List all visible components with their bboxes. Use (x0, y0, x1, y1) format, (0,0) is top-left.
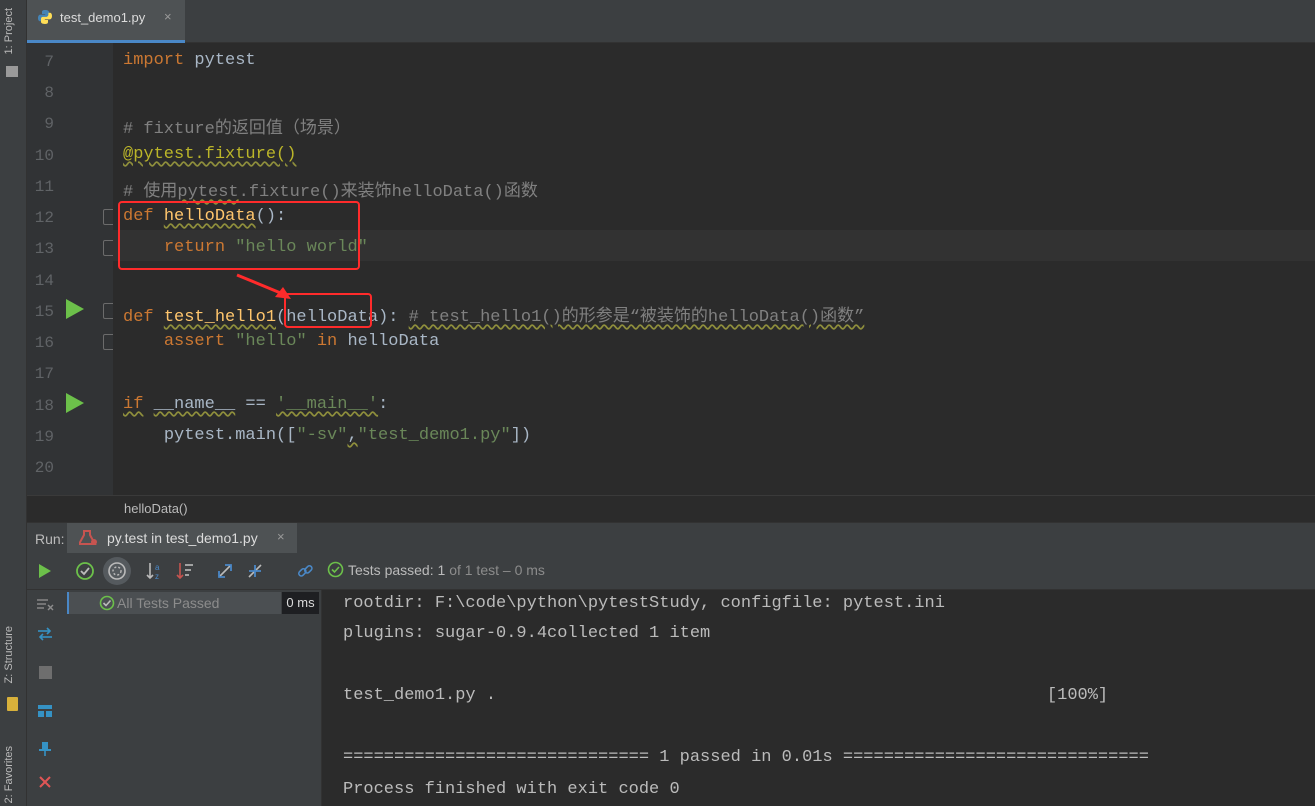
console-line: plugins: sugar-0.9.4collected 1 item (343, 624, 711, 643)
left-tool-strip: 1: Project Z: Structure 2: Favorites (0, 0, 27, 806)
close-icon (39, 776, 51, 788)
layout-button[interactable] (35, 701, 55, 721)
console-line: rootdir: F:\code\python\pytestStudy, con… (343, 594, 945, 613)
run-tab-pytest[interactable]: py.test in test_demo1.py × (67, 523, 297, 553)
code-line: @pytest.fixture() (123, 145, 297, 164)
clear-filter-button[interactable] (35, 594, 55, 614)
line-number: 16 (34, 334, 54, 352)
line-number: 20 (34, 459, 54, 477)
svg-text:z: z (155, 572, 159, 581)
swap-arrows-icon (38, 627, 52, 641)
code-line: assert "hello" in helloData (163, 332, 440, 351)
project-icon (6, 66, 18, 77)
code-line: pytest.main(["-sv","test_demo1.py"]) (163, 426, 532, 445)
svg-text:a: a (155, 563, 160, 572)
expand-all-button[interactable] (213, 559, 237, 583)
annotation-arrow-icon (236, 273, 291, 299)
tests-status-prefix: Tests passed: (348, 562, 434, 578)
link-icon (297, 564, 313, 577)
line-number: 11 (34, 178, 54, 196)
console-output[interactable]: rootdir: F:\code\python\pytestStudy, con… (322, 590, 1315, 806)
editor-gutter: 7 8 9 10 11 12 13 14 15 16 17 18 19 20 (27, 43, 117, 495)
test-tree-root-label: All Tests Passed (117, 595, 220, 611)
line-number: 12 (34, 209, 54, 227)
code-line: import pytest (123, 51, 256, 70)
pin-icon (39, 742, 51, 756)
structure-tool-window-button[interactable]: Z: Structure (3, 626, 15, 683)
line-number: 19 (34, 428, 54, 446)
line-number: 17 (34, 365, 54, 383)
python-file-icon (38, 10, 52, 24)
code-line: def test_hello1(helloData): # test_hello… (123, 308, 865, 327)
test-tree-duration: 0 ms (282, 592, 319, 614)
sort-duration-button[interactable] (173, 559, 197, 583)
test-tree: All Tests Passed 0 ms (63, 590, 322, 806)
tests-status: Tests passed: 1 of 1 test – 0 ms (327, 561, 545, 578)
check-circle-icon (327, 561, 344, 578)
tests-status-total: of 1 test (449, 562, 499, 578)
code-line: # fixture的返回值（场景） (123, 120, 351, 139)
run-side-toolbar (27, 590, 63, 806)
code-line: # 使用pytest.fixture()来装饰helloData()函数 (123, 183, 538, 202)
pin-tab-button[interactable] (35, 739, 55, 759)
annotation-box-fixture (118, 201, 360, 270)
link-button[interactable] (293, 559, 317, 583)
ignored-circle-icon (108, 562, 126, 580)
line-number: 15 (34, 303, 54, 321)
tests-status-time: – 0 ms (502, 562, 545, 578)
sort-by-duration-icon (176, 563, 193, 580)
show-passed-button[interactable] (73, 559, 97, 583)
run-main-gutter-icon[interactable] (66, 393, 84, 413)
rerun-button[interactable] (33, 559, 57, 583)
pytest-config-icon (79, 530, 97, 545)
check-circle-icon (99, 595, 115, 611)
run-panel-header: Run: py.test in test_demo1.py × (27, 522, 1315, 553)
line-number: 7 (44, 53, 54, 71)
code-editor[interactable]: import pytest # fixture的返回值（场景） @pytest.… (113, 43, 1315, 495)
project-tool-window-button[interactable]: 1: Project (3, 8, 15, 54)
console-line: ============================== 1 passed … (343, 748, 1149, 767)
editor-tab-bar: test_demo1.py × (27, 0, 1315, 43)
expand-all-icon (218, 564, 232, 578)
run-toolbar: az Tests passed: 1 of 1 test – 0 ms (27, 553, 1315, 590)
line-number: 9 (44, 115, 54, 133)
line-number: 18 (34, 397, 54, 415)
run-tab-close-icon[interactable]: × (277, 529, 285, 544)
line-number: 8 (44, 84, 54, 102)
sort-alpha-button[interactable]: az (143, 559, 167, 583)
collapse-all-button[interactable] (243, 559, 267, 583)
run-test-gutter-icon[interactable] (66, 299, 84, 319)
show-ignored-button[interactable] (103, 557, 131, 585)
stop-icon (38, 665, 52, 679)
line-number: 13 (34, 240, 54, 258)
line-number: 10 (34, 147, 54, 165)
favorites-tool-window-button[interactable]: 2: Favorites (3, 746, 15, 803)
code-line: if __name__ == '__main__': (123, 395, 389, 414)
test-tree-root[interactable]: All Tests Passed (67, 592, 281, 614)
layout-icon (38, 705, 52, 717)
line-number: 14 (34, 272, 54, 290)
console-line: Process finished with exit code 0 (343, 780, 680, 799)
tests-status-count: 1 (437, 562, 446, 578)
close-run-button[interactable] (35, 772, 55, 792)
run-label: Run: (35, 531, 65, 547)
breadcrumb-item-function[interactable]: helloData() (124, 501, 188, 516)
check-circle-icon (76, 562, 94, 580)
editor-tab-label: test_demo1.py (60, 10, 146, 25)
filter-clear-icon (37, 599, 54, 611)
breadcrumb: helloData() (27, 495, 1315, 522)
stop-button[interactable] (35, 662, 55, 682)
run-tab-label: py.test in test_demo1.py (107, 530, 258, 546)
editor-tab-close-icon[interactable]: × (164, 9, 172, 24)
collapse-all-icon (248, 564, 262, 578)
editor-tab-test-demo1[interactable]: test_demo1.py × (27, 0, 185, 43)
toggle-auto-test-button[interactable] (35, 624, 55, 644)
structure-icon (7, 697, 18, 711)
sort-alphabetically-icon: az (146, 563, 160, 581)
console-line: test_demo1.py . [100%] (343, 686, 1109, 705)
play-icon (39, 564, 51, 578)
